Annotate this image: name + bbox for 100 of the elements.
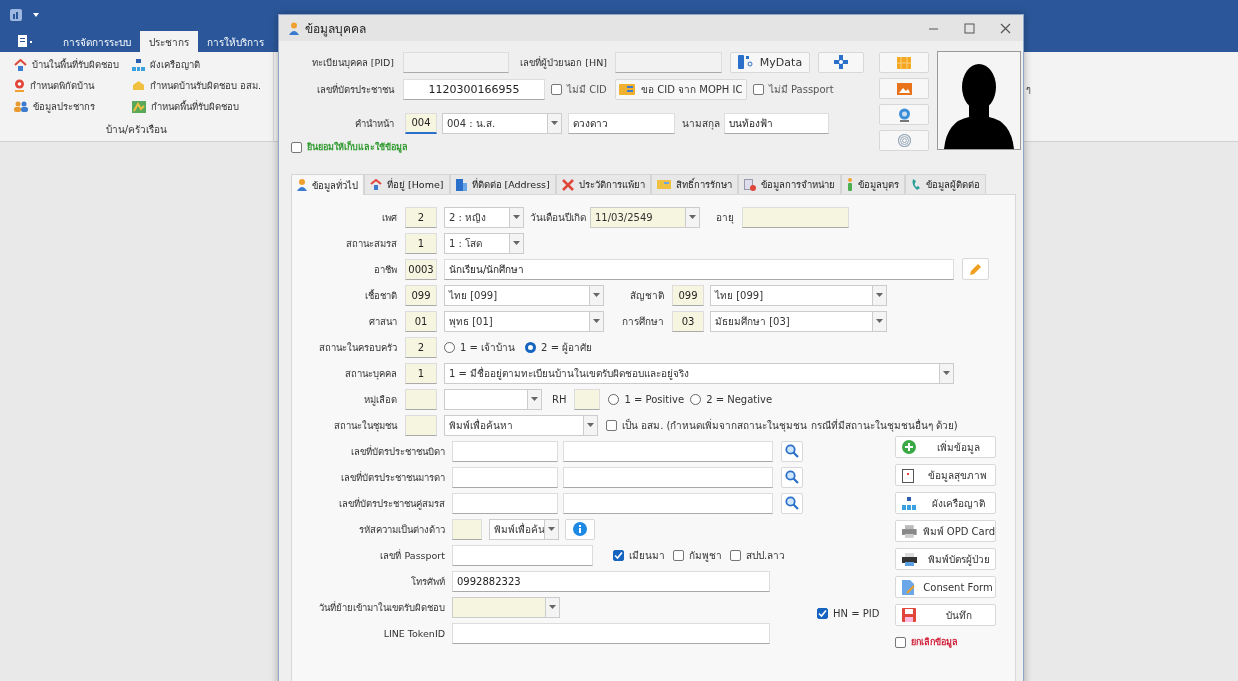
action-button[interactable]: ข้อมูลสุขภาพ xyxy=(895,464,996,486)
checkbox-label: กัมพูชา xyxy=(689,548,722,563)
search-button[interactable] xyxy=(781,466,803,488)
prefix-code-field[interactable]: 004 xyxy=(405,112,437,134)
citizen-id-field[interactable] xyxy=(452,440,558,462)
action-button[interactable]: พิมพ์บัตรผู้ป่วย xyxy=(895,548,996,570)
checkbox[interactable] xyxy=(817,608,828,619)
first-name-field[interactable]: ดวงดาว xyxy=(568,112,675,134)
ribbon-command[interactable]: กำหนดบ้านรับผิดชอบ อสม. xyxy=(150,78,262,93)
checkbox[interactable] xyxy=(752,83,764,95)
printer-icon xyxy=(902,524,917,538)
pid-field[interactable] xyxy=(403,51,509,73)
action-button[interactable]: บันทึก xyxy=(895,604,996,626)
citizen-id-field[interactable]: 1120300166955 xyxy=(403,78,545,100)
info-button[interactable] xyxy=(565,518,595,540)
radio-button[interactable] xyxy=(690,393,702,405)
ribbon-command[interactable]: กำหนดพื้นที่รับผิดชอบ xyxy=(151,99,239,114)
file-menu-icon[interactable] xyxy=(18,35,34,47)
name-field[interactable] xyxy=(563,466,773,488)
community-status-dropdown[interactable]: พิมพ์เพื่อค้นหา xyxy=(444,414,598,436)
birth-date-picker[interactable]: 11/03/2549 xyxy=(590,206,700,228)
checkbox[interactable] xyxy=(606,419,617,431)
radio-button[interactable] xyxy=(525,341,537,353)
printer-icon xyxy=(902,552,917,566)
request-cid-button[interactable]: ขอ CID จาก MOPH IC xyxy=(614,78,747,100)
dropdown[interactable]: ไทย [099] xyxy=(444,284,604,306)
ribbon-command[interactable]: กำหนดพิกัดบ้าน xyxy=(30,78,94,93)
search-button[interactable] xyxy=(781,492,803,514)
phone-field[interactable]: 0992882323 xyxy=(452,570,770,592)
sex-dropdown[interactable]: 2 : หญิง xyxy=(444,206,524,228)
person-status-dropdown[interactable]: 1 = มีชื่ออยู่ตามทะเบียนบ้านในเขตรับผิดชอบและอยู่จริง xyxy=(444,362,954,384)
tab[interactable]: สิทธิ์การรักษา xyxy=(650,174,738,194)
dropdown-arrow-icon[interactable] xyxy=(32,12,40,18)
radio-button[interactable] xyxy=(444,341,455,353)
medical-cross-button[interactable] xyxy=(818,51,864,73)
alien-code-dropdown[interactable]: พิมพ์เพื่อค้น xyxy=(489,518,559,540)
action-button[interactable]: ผังเครือญาติ xyxy=(895,492,996,514)
tab[interactable]: ข้อมูลการจำหน่าย xyxy=(737,174,841,194)
ribbon-tab[interactable]: ประชากร xyxy=(140,31,198,52)
edit-button[interactable] xyxy=(962,258,989,280)
mydata-button[interactable]: MyData xyxy=(730,51,810,73)
webcam-button[interactable] xyxy=(879,104,929,125)
alien-code-field[interactable] xyxy=(452,518,482,540)
occupation-field[interactable]: นักเรียน/นักศึกษา xyxy=(444,258,954,280)
code-field[interactable]: 099 xyxy=(672,284,704,306)
tab[interactable]: ที่ติดต่อ [Address] xyxy=(449,174,556,194)
code-field[interactable]: 099 xyxy=(405,284,437,306)
dropdown[interactable]: พุทธ [01] xyxy=(444,310,604,332)
marital-status-dropdown[interactable]: 1 : โสด xyxy=(444,232,524,254)
citizen-id-field[interactable] xyxy=(452,492,558,514)
tab[interactable]: ประวัติการแพ้ยา xyxy=(555,174,651,194)
maximize-icon[interactable] xyxy=(964,22,975,34)
occupation-code-field[interactable]: 0003 xyxy=(405,258,437,280)
action-button[interactable]: เพิ่มข้อมูล xyxy=(895,436,996,458)
name-field[interactable] xyxy=(563,492,773,514)
tab[interactable]: ข้อมูลผู้ติดต่อ xyxy=(904,174,986,194)
checkbox[interactable] xyxy=(673,549,684,561)
tab[interactable]: ข้อมูลทั่วไป xyxy=(291,174,364,195)
ribbon-command[interactable]: ผังเครือญาติ xyxy=(150,57,200,72)
marital-code-field[interactable]: 1 xyxy=(405,232,437,254)
checkbox[interactable] xyxy=(730,549,741,561)
checkbox[interactable] xyxy=(291,141,302,153)
community-code-field[interactable] xyxy=(405,414,437,436)
checkbox[interactable] xyxy=(895,636,906,648)
blood-group-code-field[interactable] xyxy=(405,388,437,410)
family-status-code-field[interactable]: 2 xyxy=(405,336,437,358)
field-label: เชื้อชาติ xyxy=(364,288,398,303)
citizen-id-field[interactable] xyxy=(452,466,558,488)
sex-code-field[interactable]: 2 xyxy=(405,206,437,228)
ribbon-tab[interactable]: การจัดการระบบ xyxy=(54,31,140,52)
action-button[interactable]: Consent Form xyxy=(895,576,996,598)
name-field[interactable] xyxy=(563,440,773,462)
dropdown[interactable]: มัธยมศึกษา [03] xyxy=(710,310,887,332)
action-button[interactable]: พิมพ์ OPD Card xyxy=(895,520,996,542)
image-button[interactable] xyxy=(879,78,929,99)
hn-field[interactable] xyxy=(615,51,722,73)
rh-code-field[interactable] xyxy=(574,388,601,410)
code-field[interactable]: 03 xyxy=(672,310,704,332)
tab[interactable]: ข้อมูลบุตร xyxy=(840,174,905,194)
checkbox[interactable] xyxy=(551,83,562,95)
fingerprint-button[interactable] xyxy=(879,130,929,151)
tab[interactable]: ที่อยู่ [Home] xyxy=(364,174,450,194)
checkbox[interactable] xyxy=(613,549,624,561)
person-status-code-field[interactable]: 1 xyxy=(405,362,437,384)
close-icon[interactable] xyxy=(1000,22,1011,34)
ribbon-tab[interactable]: การให้บริการ xyxy=(198,31,273,52)
last-name-field[interactable]: บนท้องฟ้า xyxy=(724,112,829,134)
ribbon-command[interactable]: บ้านในพื้นที่รับผิดชอบ xyxy=(32,57,119,72)
ribbon-command[interactable]: ข้อมูลประชากร xyxy=(33,99,95,114)
field-label: รหัสความเป็นต่างด้าว xyxy=(358,522,446,537)
prefix-dropdown[interactable]: 004 : น.ส. xyxy=(442,112,562,134)
dropdown[interactable]: ไทย [099] xyxy=(710,284,887,306)
age-field[interactable] xyxy=(742,206,849,228)
radio-button[interactable] xyxy=(608,393,620,405)
smart-card-button[interactable] xyxy=(879,52,929,73)
search-button[interactable] xyxy=(781,440,803,462)
code-field[interactable]: 01 xyxy=(405,310,437,332)
passport-field[interactable] xyxy=(452,544,593,566)
ribbon-command[interactable]: ๆ xyxy=(1026,82,1031,141)
line-token-field[interactable] xyxy=(452,622,770,644)
